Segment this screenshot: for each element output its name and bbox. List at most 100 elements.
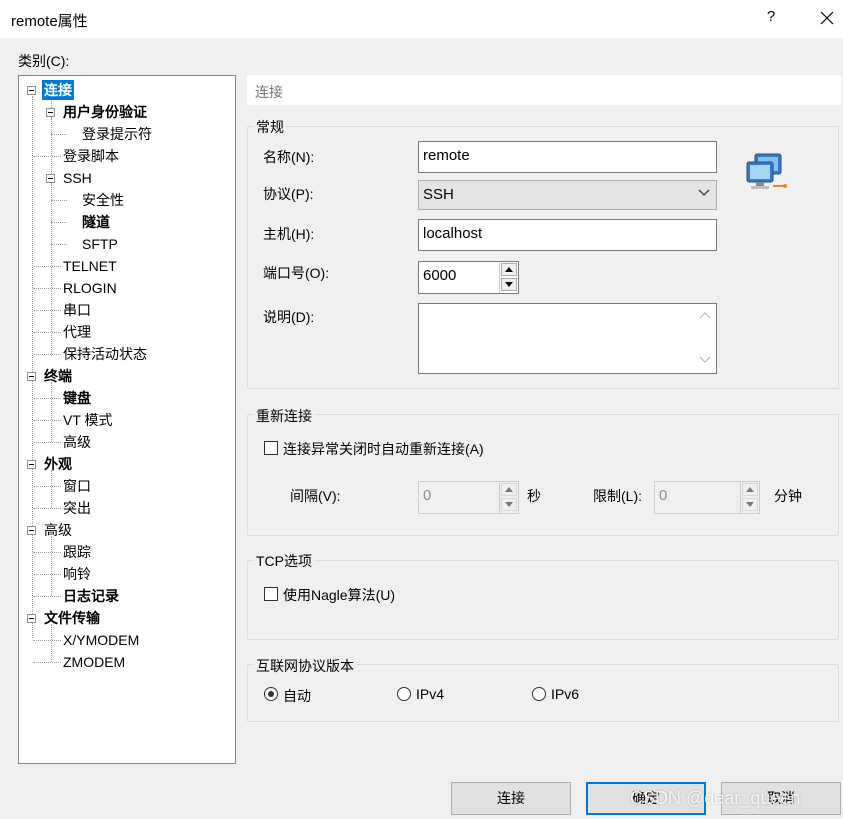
tree-item-login-prompt[interactable]: 登录提示符 xyxy=(80,124,154,144)
interval-down-button[interactable] xyxy=(501,498,517,511)
tree-item-ssh[interactable]: SSH xyxy=(61,168,94,188)
category-tree[interactable]: 连接 用户身份验证 登录提示符 登录脚本 SSH 安全性 隧道 SFTP TEL… xyxy=(18,75,236,764)
tree-item-trace[interactable]: 跟踪 xyxy=(61,542,93,562)
tree-item-proxy[interactable]: 代理 xyxy=(61,322,93,342)
protocol-select[interactable]: SSH xyxy=(418,180,717,210)
nagle-checkbox[interactable] xyxy=(264,587,278,601)
tree-line xyxy=(51,222,67,223)
tree-item-tunnel[interactable]: 隧道 xyxy=(80,212,112,232)
tree-item-serial[interactable]: 串口 xyxy=(61,300,93,320)
scroll-up-icon[interactable] xyxy=(699,311,711,319)
protocol-label: 协议(P): xyxy=(263,186,314,202)
reconnect-group-title: 重新连接 xyxy=(254,406,314,426)
panel-header: 连接 xyxy=(247,75,841,105)
ip-auto-label[interactable]: 自动 xyxy=(283,686,311,706)
limit-label: 限制(L): xyxy=(593,488,642,504)
collapse-icon[interactable] xyxy=(46,108,55,117)
limit-down-button[interactable] xyxy=(742,498,758,511)
tree-item-keepalive[interactable]: 保持活动状态 xyxy=(61,344,149,364)
arrow-up-icon xyxy=(746,487,754,492)
auto-reconnect-label[interactable]: 连接异常关闭时自动重新连接(A) xyxy=(283,439,484,459)
help-button[interactable]: ? xyxy=(762,8,780,30)
port-label: 端口号(O): xyxy=(263,265,330,281)
title-bar: remote属性 ? xyxy=(0,0,843,38)
tree-line xyxy=(33,508,61,509)
ipv4-label[interactable]: IPv4 xyxy=(416,686,444,702)
tree-line xyxy=(33,662,61,663)
tree-item-sftp[interactable]: SFTP xyxy=(80,234,120,254)
collapse-icon[interactable] xyxy=(27,86,36,95)
tree-line xyxy=(51,244,67,245)
tree-item-xymodem[interactable]: X/YMODEM xyxy=(61,630,141,650)
ipv4-radio[interactable] xyxy=(397,687,411,701)
tree-item-file-transfer[interactable]: 文件传输 xyxy=(42,608,102,628)
tree-item-telnet[interactable]: TELNET xyxy=(61,256,119,276)
tree-item-vt-mode[interactable]: VT 模式 xyxy=(61,410,115,430)
tree-line xyxy=(33,266,61,267)
ip-version-group-title: 互联网协议版本 xyxy=(254,656,356,676)
close-icon xyxy=(820,11,834,25)
nagle-label[interactable]: 使用Nagle算法(U) xyxy=(283,585,395,605)
tree-line xyxy=(33,156,61,157)
category-label: 类别(C): xyxy=(18,53,70,69)
arrow-down-icon xyxy=(746,502,754,507)
auto-reconnect-checkbox[interactable] xyxy=(264,441,278,455)
tree-line xyxy=(33,640,61,641)
collapse-icon[interactable] xyxy=(27,526,36,535)
collapse-icon[interactable] xyxy=(27,372,36,381)
close-button[interactable] xyxy=(812,5,842,33)
connect-button[interactable]: 连接 xyxy=(451,782,571,815)
tree-item-keyboard[interactable]: 键盘 xyxy=(61,388,93,408)
host-input[interactable]: localhost xyxy=(418,219,717,251)
chevron-down-icon xyxy=(698,189,710,196)
tree-line xyxy=(33,552,61,553)
name-input[interactable]: remote xyxy=(418,141,717,173)
collapse-icon[interactable] xyxy=(46,174,55,183)
tcp-group-title: TCP选项 xyxy=(254,551,314,571)
tree-line xyxy=(33,486,61,487)
port-stepper[interactable] xyxy=(499,262,517,293)
host-label: 主机(H): xyxy=(263,226,315,242)
interval-stepper[interactable] xyxy=(499,482,517,513)
interval-up-button[interactable] xyxy=(501,483,517,496)
tree-item-terminal[interactable]: 终端 xyxy=(42,366,74,386)
tree-item-highlight[interactable]: 突出 xyxy=(61,498,93,518)
limit-unit: 分钟 xyxy=(774,488,802,504)
ipv6-radio[interactable] xyxy=(532,687,546,701)
port-up-button[interactable] xyxy=(501,263,517,276)
tree-line xyxy=(33,442,61,443)
tree-item-login-script[interactable]: 登录脚本 xyxy=(61,146,121,166)
tree-item-appearance[interactable]: 外观 xyxy=(42,454,74,474)
arrow-up-icon xyxy=(505,267,513,272)
arrow-down-icon xyxy=(505,282,513,287)
ip-auto-radio[interactable] xyxy=(264,687,278,701)
limit-up-button[interactable] xyxy=(742,483,758,496)
tree-item-user-auth[interactable]: 用户身份验证 xyxy=(61,102,149,122)
ipv6-label[interactable]: IPv6 xyxy=(551,686,579,702)
interval-unit: 秒 xyxy=(527,488,541,504)
tree-item-security[interactable]: 安全性 xyxy=(80,190,126,210)
tree-item-logging[interactable]: 日志记录 xyxy=(61,586,121,606)
tree-item-terminal-advanced[interactable]: 高级 xyxy=(61,432,93,452)
reconnect-group xyxy=(247,414,839,536)
tree-item-window[interactable]: 窗口 xyxy=(61,476,93,496)
tree-item-zmodem[interactable]: ZMODEM xyxy=(61,652,127,672)
tree-line xyxy=(32,96,33,638)
tree-item-advanced[interactable]: 高级 xyxy=(42,520,74,540)
tree-line xyxy=(33,398,61,399)
collapse-icon[interactable] xyxy=(27,614,36,623)
tree-item-rlogin[interactable]: RLOGIN xyxy=(61,278,119,298)
description-textarea[interactable] xyxy=(418,303,717,374)
collapse-icon[interactable] xyxy=(27,460,36,469)
tree-item-connection[interactable]: 连接 xyxy=(42,80,74,100)
tree-line xyxy=(51,200,67,201)
scroll-down-icon[interactable] xyxy=(699,356,711,364)
tree-item-bell[interactable]: 响铃 xyxy=(61,564,93,584)
name-label: 名称(N): xyxy=(263,149,315,165)
port-down-button[interactable] xyxy=(501,278,517,291)
window-title: remote属性 xyxy=(11,13,88,30)
limit-stepper[interactable] xyxy=(740,482,758,513)
tree-line xyxy=(33,574,61,575)
tree-line xyxy=(33,288,61,289)
tree-line xyxy=(51,536,52,596)
